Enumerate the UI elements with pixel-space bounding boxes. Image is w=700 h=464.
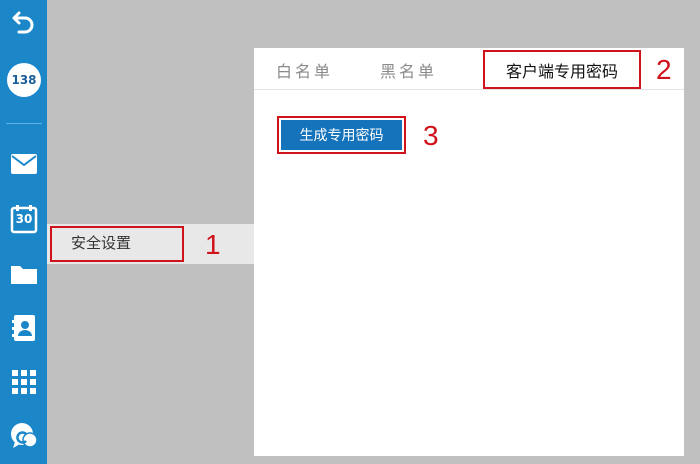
generate-password-button[interactable]: 生成专用密码 bbox=[281, 120, 402, 150]
tab-whitelist[interactable]: 白名单 bbox=[276, 58, 333, 82]
menu-item-security-settings[interactable]: 安全设置 bbox=[50, 226, 184, 262]
content-panel bbox=[254, 48, 684, 456]
tab-client-password-label: 客户端专用密码 bbox=[505, 63, 618, 81]
tab-blacklist[interactable]: 黑名单 bbox=[380, 58, 437, 82]
step-2-annotation: 2 bbox=[656, 54, 672, 85]
mail-icon[interactable] bbox=[8, 148, 40, 180]
apps-grid-icon[interactable] bbox=[8, 366, 40, 398]
tabs-divider bbox=[254, 89, 684, 90]
calendar-icon[interactable]: 30 bbox=[8, 203, 40, 235]
left-nav-rail: 138 30 bbox=[0, 0, 47, 464]
tab-client-password[interactable]: 客户端专用密码 bbox=[483, 50, 641, 89]
folder-icon[interactable] bbox=[8, 258, 40, 290]
logo-text: 138 bbox=[11, 73, 37, 87]
avatar-logo[interactable]: 138 bbox=[7, 63, 41, 97]
rail-divider bbox=[6, 123, 42, 124]
generate-password-highlight: 生成专用密码 bbox=[277, 116, 406, 154]
step-3-annotation: 3 bbox=[423, 120, 439, 151]
contacts-icon[interactable] bbox=[8, 312, 40, 344]
step-1-annotation: 1 bbox=[205, 229, 221, 260]
chat-icon[interactable] bbox=[8, 420, 40, 452]
back-icon[interactable] bbox=[8, 6, 40, 38]
calendar-day: 30 bbox=[15, 212, 33, 226]
